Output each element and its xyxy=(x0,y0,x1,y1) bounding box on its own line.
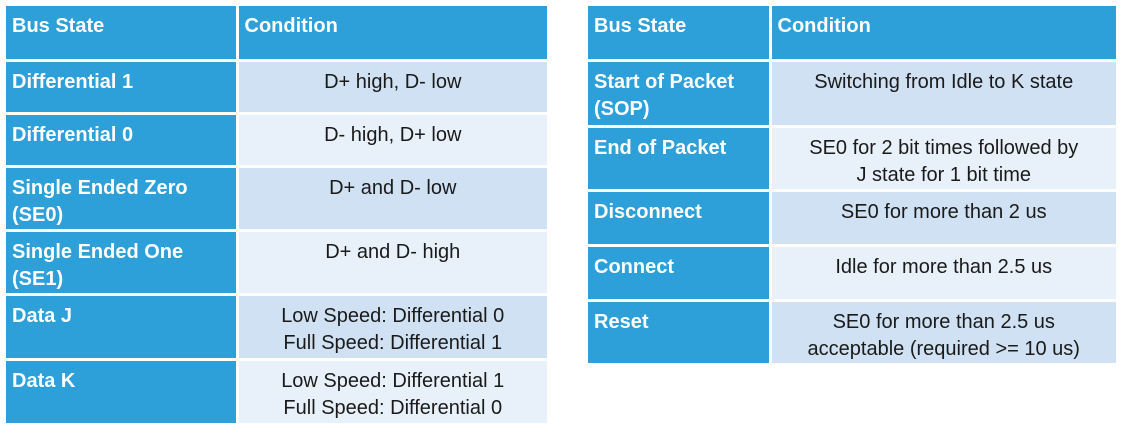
table-row: End of Packet SE0 for 2 bit times follow… xyxy=(588,126,1116,192)
table-row: Single Ended One (SE1) D+ and D- high xyxy=(6,230,547,296)
table-row: Disconnect SE0 for more than 2 us xyxy=(588,190,1116,247)
condition-cell: Idle for more than 2.5 us xyxy=(768,245,1116,302)
header-condition: Condition xyxy=(768,6,1116,62)
condition-cell: SE0 for more than 2 us xyxy=(768,190,1116,247)
condition-cell: D- high, D+ low xyxy=(235,113,547,168)
table-row: Single Ended Zero (SE0) D+ and D- low xyxy=(6,166,547,232)
condition-cell: D+ and D- low xyxy=(235,166,547,232)
bus-state-cell: Data K xyxy=(6,359,237,426)
bus-state-cell: Differential 0 xyxy=(6,113,237,168)
table-header-row: Bus State Condition xyxy=(588,6,1116,62)
bus-state-cell: Disconnect xyxy=(588,190,770,247)
table-row: Differential 1 D+ high, D- low xyxy=(6,60,547,115)
header-bus-state: Bus State xyxy=(6,6,237,62)
table-row: Data K Low Speed: Differential 1 Full Sp… xyxy=(6,359,547,426)
table-row: Data J Low Speed: Differential 0 Full Sp… xyxy=(6,294,547,361)
bus-state-cell: Start of Packet (SOP) xyxy=(588,60,770,128)
condition-cell: D+ and D- high xyxy=(235,230,547,296)
bus-state-cell: Differential 1 xyxy=(6,60,237,115)
table-row: Connect Idle for more than 2.5 us xyxy=(588,245,1116,302)
table-row: Differential 0 D- high, D+ low xyxy=(6,113,547,168)
bus-state-cell: Connect xyxy=(588,245,770,302)
condition-cell: SE0 for more than 2.5 us acceptable (req… xyxy=(768,300,1116,366)
condition-cell: SE0 for 2 bit times followed by J state … xyxy=(768,126,1116,192)
condition-cell: Low Speed: Differential 0 Full Speed: Di… xyxy=(235,294,547,361)
bus-state-cell: Single Ended One (SE1) xyxy=(6,230,237,296)
table-row: Start of Packet (SOP) Switching from Idl… xyxy=(588,60,1116,128)
bus-state-table-right: Bus State Condition Start of Packet (SOP… xyxy=(588,6,1116,366)
bus-state-cell: Data J xyxy=(6,294,237,361)
header-bus-state: Bus State xyxy=(588,6,770,62)
bus-state-cell: End of Packet xyxy=(588,126,770,192)
bus-state-table-left: Bus State Condition Differential 1 D+ hi… xyxy=(6,6,547,426)
table-header-row: Bus State Condition xyxy=(6,6,547,62)
bus-state-cell: Reset xyxy=(588,300,770,366)
header-condition: Condition xyxy=(235,6,547,62)
condition-cell: D+ high, D- low xyxy=(235,60,547,115)
condition-cell: Low Speed: Differential 1 Full Speed: Di… xyxy=(235,359,547,426)
condition-cell: Switching from Idle to K state xyxy=(768,60,1116,128)
table-row: Reset SE0 for more than 2.5 us acceptabl… xyxy=(588,300,1116,366)
bus-state-cell: Single Ended Zero (SE0) xyxy=(6,166,237,232)
